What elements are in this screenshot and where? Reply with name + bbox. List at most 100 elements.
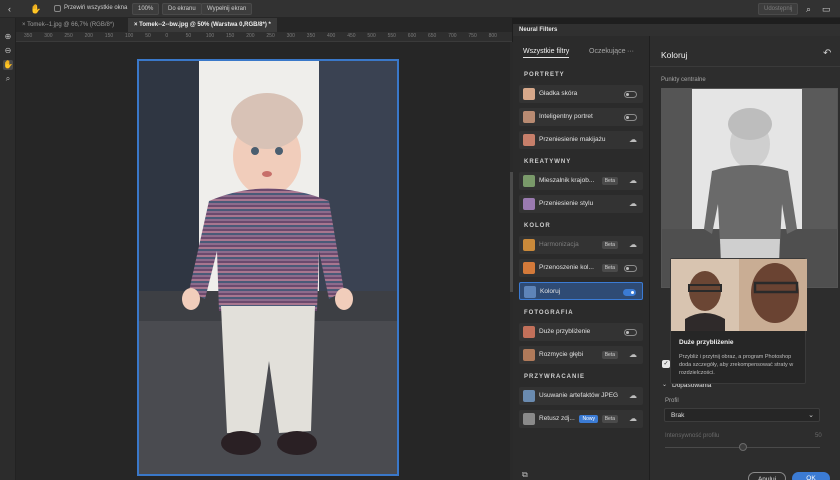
cloud-download-icon[interactable]: ☁ — [629, 240, 637, 249]
filter-thumbnail — [523, 390, 535, 402]
beta-badge: Beta — [601, 241, 618, 249]
filter-row[interactable]: Rozmycie głębi Beta ☁ — [519, 346, 643, 364]
beta-badge: Beta — [601, 177, 618, 185]
tooltip-title: Duże przybliżenie — [679, 339, 734, 346]
filter-row[interactable]: Duże przybliżenie — [519, 323, 643, 341]
filter-toggle[interactable] — [624, 114, 637, 121]
profile-strength-value: 50 — [815, 433, 822, 439]
filter-row[interactable]: Retusz zdj... Beta Nowy ☁ — [519, 410, 643, 428]
ruler-tick-label: 300 — [286, 33, 295, 39]
filter-label: Harmonizacja — [539, 241, 579, 248]
cloud-download-icon[interactable]: ☁ — [629, 350, 637, 359]
zoom-out-icon[interactable]: ⊖ — [3, 46, 13, 56]
ruler-tick-label: 150 — [226, 33, 235, 39]
ruler-tick-label: 600 — [407, 33, 417, 39]
ruler-tick-label: 200 — [246, 33, 255, 39]
filter-row[interactable]: Koloruj — [519, 282, 643, 300]
back-arrow-icon[interactable]: ‹ — [8, 4, 11, 14]
filter-toggle[interactable] — [624, 265, 637, 272]
cloud-download-icon[interactable]: ☁ — [629, 176, 637, 185]
zoom-100-button[interactable]: 100% — [132, 3, 160, 15]
zoom-in-icon[interactable]: ⊕ — [3, 32, 13, 42]
slider-thumb[interactable] — [739, 443, 747, 451]
ruler-tick-label: 250 — [64, 33, 73, 39]
filter-title: Koloruj — [661, 50, 688, 60]
filter-thumbnail — [523, 413, 535, 425]
adjustments-checkbox[interactable]: ✓ — [662, 360, 670, 368]
document-tabs: × Tomek--1.jpg @ 66,7% (RGB/8*) × Tomek-… — [16, 18, 512, 32]
filter-row[interactable]: Inteligentny portret — [519, 108, 643, 126]
cloud-download-icon[interactable]: ☁ — [629, 199, 637, 208]
workspace-icon[interactable]: ▭ — [822, 4, 831, 14]
ok-button[interactable]: OK — [792, 472, 830, 480]
ruler-tick-label: 350 — [306, 33, 316, 39]
filter-thumbnail — [523, 111, 535, 123]
reset-icon[interactable]: ↶ — [823, 48, 831, 59]
filter-row[interactable]: Harmonizacja Beta ☁ — [519, 236, 643, 254]
search-icon[interactable]: ⌕ — [806, 4, 811, 14]
filter-tooltip: Duże przybliżenie Przybliż i przytnij ob… — [670, 258, 807, 384]
filter-thumbnail — [523, 134, 535, 146]
ruler-tick-label: 550 — [387, 33, 396, 39]
ruler-tick-label: 750 — [468, 33, 477, 39]
section-title: PORTRETY — [524, 72, 565, 78]
filter-row[interactable]: Przeniesienie makijażu ☁ — [519, 131, 643, 149]
ruler-tick-label: 200 — [84, 33, 93, 39]
filter-row[interactable]: Mieszalnik krajob... Beta ☁ — [519, 172, 643, 190]
hand-tool-icon[interactable]: ✋ — [30, 4, 41, 14]
tab-waitlist[interactable]: Oczekujące — [589, 48, 626, 55]
filter-toggle[interactable] — [623, 289, 636, 296]
cloud-download-icon[interactable]: ☁ — [629, 135, 637, 144]
filter-label: Duże przybliżenie — [539, 328, 591, 335]
chevron-down-icon: ⌄ — [808, 412, 814, 419]
tab-tomek-1[interactable]: × Tomek--1.jpg @ 66,7% (RGB/8*) — [16, 18, 120, 32]
photoshop-window: ‹ ✋ Przewiń wszystkie okna 100% Do ekran… — [0, 0, 840, 480]
filters-list-panel: Wszystkie filtry Oczekujące ··· PORTRETY… — [513, 36, 650, 480]
beta-badge: Beta — [601, 351, 618, 359]
section-title: PRZYWRACANIE — [524, 374, 585, 380]
tab-tomek-2-bw[interactable]: × Tomek--2--bw.jpg @ 50% (Warstwa 0,RGB/… — [128, 18, 277, 32]
tools-panel: ⊕ ⊖ ✋ ⌕ — [0, 18, 16, 480]
ruler-tick-label: 350 — [24, 33, 33, 39]
share-button[interactable]: Udostępnij — [758, 3, 799, 15]
tab-label: Tomek--2--bw.jpg @ 50% (Warstwa 0,RGB/8*… — [139, 22, 271, 28]
zoom-tool-icon[interactable]: ⌕ — [3, 74, 13, 84]
fill-screen-button[interactable]: Wypełnij ekran — [201, 3, 253, 15]
child-photo — [139, 61, 397, 474]
zoom-preview-image — [671, 259, 807, 331]
filter-label: Gładka skóra — [539, 90, 578, 97]
hand-tool-icon[interactable]: ✋ — [3, 60, 13, 70]
tab-all-filters[interactable]: Wszystkie filtry — [523, 48, 570, 58]
profile-select[interactable]: Brak ⌄ — [664, 408, 820, 422]
beta-badge: Beta — [601, 264, 618, 272]
cloud-download-icon[interactable]: ☁ — [629, 414, 637, 423]
ruler-tick-label: 650 — [428, 33, 437, 39]
filter-toggle[interactable] — [624, 91, 637, 98]
section-title: KREATYWNY — [524, 159, 572, 165]
divider — [650, 66, 840, 67]
document-image[interactable] — [137, 59, 399, 476]
ruler-tick-label: 50 — [145, 33, 151, 39]
filter-toggle[interactable] — [624, 329, 637, 336]
cancel-button[interactable]: Anuluj — [748, 472, 786, 480]
filter-thumbnail — [523, 198, 535, 210]
layers-icon[interactable]: ⧉ — [522, 470, 528, 480]
filter-label: Przeniesienie stylu — [539, 200, 594, 207]
filter-row[interactable]: Przeniesienie stylu ☁ — [519, 195, 643, 213]
section-title: KOLOR — [524, 223, 551, 229]
filter-row[interactable]: Usuwanie artefaktów JPEG ☁ — [519, 387, 643, 405]
filter-label: Mieszalnik krajob... — [539, 177, 595, 184]
cloud-download-icon[interactable]: ☁ — [629, 391, 637, 400]
fit-screen-button[interactable]: Do ekranu — [162, 3, 202, 15]
beta-badge: Beta — [601, 415, 618, 423]
filter-thumbnail — [524, 286, 536, 298]
chevron-down-icon[interactable]: ⌄ — [662, 381, 667, 388]
horizontal-ruler: 350 300 250 200 150 100 50 0 50 100 150 200 250 300 35… — [16, 32, 512, 42]
more-options-icon[interactable]: ··· — [627, 48, 634, 55]
ruler-tick-label: 0 — [165, 33, 169, 39]
scroll-all-checkbox[interactable] — [54, 5, 61, 12]
ruler-tick-label: 100 — [125, 33, 134, 39]
filter-row[interactable]: Przenoszenie kol... Beta — [519, 259, 643, 277]
filter-row[interactable]: Gładka skóra — [519, 85, 643, 103]
ruler-tick-label: 250 — [266, 33, 275, 39]
